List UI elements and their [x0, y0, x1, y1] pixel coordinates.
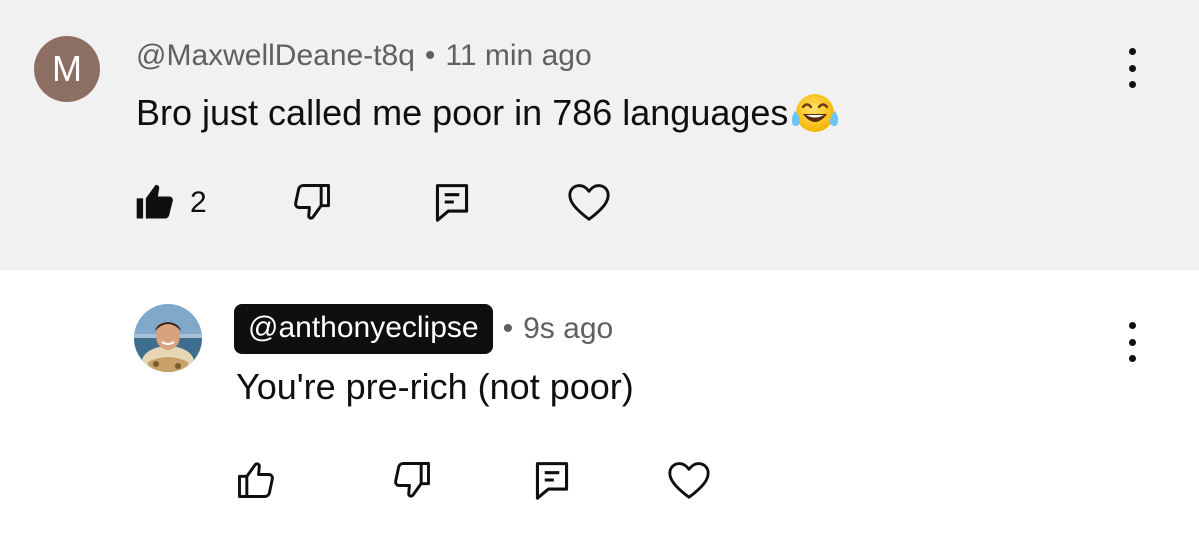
avatar[interactable]: [134, 304, 202, 372]
meta-separator: •: [502, 312, 514, 345]
profile-photo: [134, 304, 202, 372]
comment-meta: @anthonyeclipse • 9s ago: [234, 304, 613, 354]
comment-text: Bro just called me poor in 786 languages: [136, 92, 789, 133]
timestamp: 9s ago: [523, 312, 614, 345]
more-vert-icon[interactable]: [1122, 322, 1142, 362]
comment-item: M @MaxwellDeane-t8q • 11 min ago Bro jus…: [0, 0, 1199, 270]
avatar-letter: M: [52, 48, 82, 89]
thumbs-up-icon[interactable]: [234, 458, 278, 502]
heart-icon[interactable]: [566, 180, 612, 224]
author-handle[interactable]: @MaxwellDeane-t8q: [136, 39, 415, 73]
avatar[interactable]: M: [34, 36, 100, 102]
reply-icon[interactable]: [532, 458, 572, 502]
meta-separator: •: [424, 39, 436, 72]
comment-meta: @MaxwellDeane-t8q • 11 min ago: [136, 36, 592, 76]
comment-actions: 2: [0, 180, 1199, 230]
thumbs-up-filled-icon[interactable]: [133, 180, 177, 224]
thumbs-down-icon[interactable]: [390, 458, 434, 502]
comment-text: You're pre-rich (not poor): [236, 366, 634, 407]
comment-item: @anthonyeclipse • 9s ago You're pre-rich…: [0, 270, 1199, 541]
author-handle[interactable]: @anthonyeclipse: [234, 304, 493, 354]
more-vert-icon[interactable]: [1122, 48, 1142, 88]
comment-text-row: You're pre-rich (not poor): [236, 364, 634, 410]
comment-text-row: Bro just called me poor in 786 languages: [136, 90, 840, 136]
heart-icon[interactable]: [666, 458, 712, 502]
timestamp: 11 min ago: [445, 39, 592, 72]
like-count: 2: [190, 186, 207, 219]
thumbs-down-icon[interactable]: [290, 180, 334, 224]
face-with-tears-of-joy-icon: [792, 94, 839, 132]
reply-icon[interactable]: [432, 180, 472, 224]
comment-actions: [0, 458, 1199, 508]
